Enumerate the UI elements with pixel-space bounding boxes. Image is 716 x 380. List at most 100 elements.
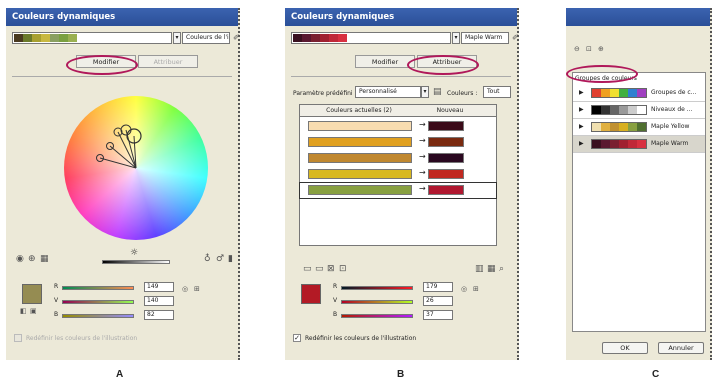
group-swatch	[302, 34, 311, 42]
group-name-field[interactable]: Maple Warm	[461, 32, 509, 44]
current-color-bar[interactable]	[308, 153, 412, 163]
slider-menu-icon[interactable]: ◎	[182, 284, 188, 294]
new-color-swatch[interactable]	[428, 137, 464, 147]
g-value[interactable]: 140	[144, 296, 174, 306]
panel-a: Couleurs dynamiques ▾ Couleurs de l'illu…	[6, 8, 240, 360]
r-slider[interactable]	[62, 286, 134, 290]
group-dropdown-icon[interactable]: ▾	[173, 32, 181, 44]
current-color-bar[interactable]	[308, 185, 412, 195]
r-value[interactable]: 179	[423, 282, 453, 292]
new-color-swatch[interactable]	[428, 185, 464, 195]
b-value[interactable]: 37	[423, 310, 453, 320]
random-order-icon[interactable]: ▥	[475, 264, 484, 274]
g-label: V	[54, 297, 59, 304]
col-new-header[interactable]: Nouveau	[432, 107, 468, 114]
recolor-checkbox[interactable]	[14, 334, 22, 342]
table-row[interactable]: →	[300, 151, 496, 166]
tab-edit[interactable]: Modifier	[76, 55, 136, 68]
brightness-slider[interactable]	[102, 260, 170, 264]
g-slider[interactable]	[341, 300, 413, 304]
group-swatch	[619, 89, 628, 97]
smooth-wheel-icon[interactable]: ◉	[16, 254, 24, 264]
group-swatch	[610, 106, 619, 114]
group-swatch	[619, 106, 628, 114]
current-color-bar[interactable]	[308, 121, 412, 131]
color-group-row[interactable]: ▶ Maple Warm	[573, 136, 705, 153]
recolor-checkbox[interactable]: ✓	[293, 334, 301, 342]
b-slider[interactable]	[62, 314, 134, 318]
color-group-row[interactable]: ▶ Maple Yellow	[573, 119, 705, 136]
group-swatch-strip	[591, 88, 647, 98]
preset-dropdown-icon[interactable]: ▾	[421, 86, 429, 98]
slider-menu-icon[interactable]: ◎	[461, 284, 467, 294]
save-group-icon[interactable]: ✐	[233, 33, 241, 43]
preset-select[interactable]: Personnalisé	[355, 86, 421, 98]
b-slider[interactable]	[341, 314, 413, 318]
expand-icon[interactable]: ▶	[579, 106, 584, 113]
link-harmony-icon[interactable]: ▮	[228, 254, 233, 264]
ok-button[interactable]: OK	[602, 342, 648, 354]
r-slider[interactable]	[341, 286, 413, 290]
colors-select[interactable]: Tout	[483, 86, 511, 98]
new-color-swatch[interactable]	[428, 121, 464, 131]
segmented-wheel-icon[interactable]: ⊕	[28, 254, 36, 264]
random-saturation-icon[interactable]: ▦	[487, 264, 496, 274]
group-swatch	[293, 34, 302, 42]
tab-assign[interactable]: Attribuer	[138, 55, 198, 68]
expand-icon[interactable]: ▶	[579, 140, 584, 147]
current-color-bar[interactable]	[308, 169, 412, 179]
group-name-field[interactable]: Couleurs de l'illus	[182, 32, 230, 44]
color-group-row[interactable]: ▶ Groupes de c...	[573, 85, 705, 102]
new-group-icon[interactable]: ⊖	[574, 44, 580, 54]
new-color-swatch[interactable]	[428, 169, 464, 179]
new-color-swatch[interactable]	[428, 153, 464, 163]
color-mode-icon[interactable]: ⊞	[473, 284, 479, 294]
wheel-handles[interactable]	[64, 96, 208, 240]
color-reduction-icon[interactable]: ▤	[433, 87, 442, 97]
cancel-button[interactable]: Annuler	[658, 342, 704, 354]
group-swatch	[601, 140, 610, 148]
color-group-bar[interactable]	[12, 32, 172, 44]
table-tool-icon[interactable]: ▭	[303, 264, 312, 274]
expand-icon[interactable]: ▶	[579, 89, 584, 96]
color-bars-icon[interactable]: ▦	[40, 254, 49, 264]
table-tool-icon[interactable]: ⊡	[339, 264, 347, 274]
delete-group-icon[interactable]: ⊕	[598, 44, 604, 54]
b-value[interactable]: 82	[144, 310, 174, 320]
table-tool-icon[interactable]: ⊠	[327, 264, 335, 274]
active-color-swatch[interactable]	[301, 284, 321, 304]
table-row[interactable]: →	[300, 119, 496, 134]
tab-edit[interactable]: Modifier	[355, 55, 415, 68]
current-color-bar[interactable]	[308, 137, 412, 147]
color-mode-icon[interactable]: ⊞	[194, 284, 200, 294]
expand-icon[interactable]: ▶	[579, 123, 584, 130]
groups-header: Groupes de couleurs	[575, 75, 637, 82]
r-value[interactable]: 149	[144, 282, 174, 292]
panel-b-title: Couleurs dynamiques	[285, 8, 517, 26]
color-group-row[interactable]: ▶ Niveaux de ...	[573, 102, 705, 119]
table-row[interactable]: →	[300, 135, 496, 150]
g-slider[interactable]	[62, 300, 134, 304]
group-dropdown-icon[interactable]: ▾	[452, 32, 460, 44]
active-color-swatch[interactable]	[22, 284, 42, 304]
table-tool-icon[interactable]: ▭	[315, 264, 324, 274]
web-safe-icon[interactable]: ▣	[30, 306, 37, 316]
color-group-bar[interactable]	[291, 32, 451, 44]
table-row[interactable]: →	[299, 182, 497, 199]
add-color-tool-icon[interactable]: ♁	[204, 254, 211, 264]
mapping-arrow: →	[419, 152, 426, 161]
mapping-arrow: →	[419, 168, 426, 177]
group-swatch-strip	[591, 122, 647, 132]
remove-color-tool-icon[interactable]: ♂	[216, 254, 224, 264]
find-color-icon[interactable]: ⌕	[499, 264, 504, 274]
new-group-folder-icon[interactable]: ⊡	[586, 44, 592, 54]
g-value[interactable]: 26	[423, 296, 453, 306]
group-swatch	[637, 89, 646, 97]
save-group-icon[interactable]: ✐	[512, 33, 520, 43]
table-row[interactable]: →	[300, 167, 496, 182]
col-current-header[interactable]: Couleurs actuelles (2)	[300, 107, 418, 114]
gamut-warning-icon[interactable]: ◧	[20, 306, 27, 316]
tab-assign[interactable]: Attribuer	[417, 55, 477, 68]
group-swatch	[637, 106, 646, 114]
group-swatch	[610, 89, 619, 97]
